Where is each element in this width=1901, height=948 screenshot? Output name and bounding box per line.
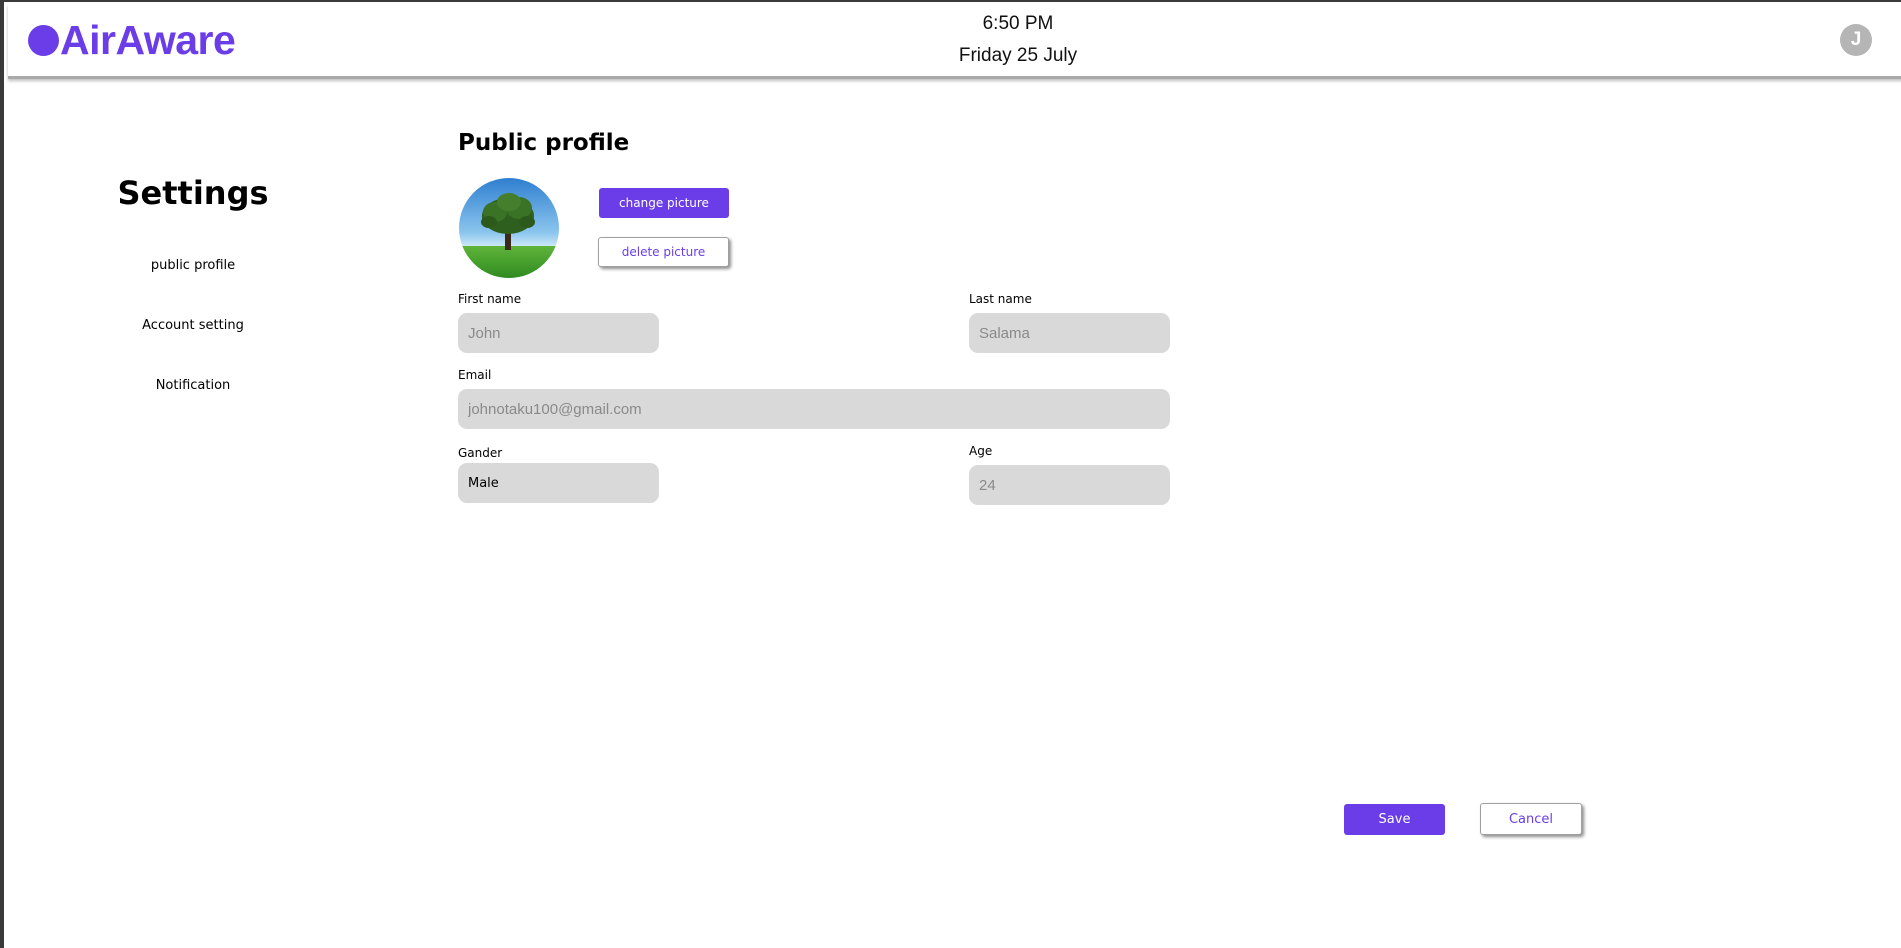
clock: 6:50 PM Friday 25 July	[958, 12, 1078, 68]
age-label: Age	[969, 444, 993, 458]
section-title: Public profile	[458, 130, 630, 156]
save-button[interactable]: Save	[1344, 804, 1445, 835]
profile-picture	[459, 178, 559, 278]
gender-select[interactable]: Male	[458, 463, 659, 503]
clock-time: 6:50 PM	[982, 13, 1054, 34]
user-avatar[interactable]: J	[1840, 24, 1872, 56]
delete-picture-button[interactable]: delete picture	[598, 237, 729, 267]
brand-logo[interactable]: AirAware	[28, 17, 236, 63]
clock-date: Friday 25 July	[958, 45, 1078, 66]
circle-dot-icon	[28, 24, 59, 56]
app-window: AirAware 6:50 PM Friday 25 July J Settin…	[0, 0, 1901, 948]
last-name-field[interactable]	[969, 313, 1170, 353]
sidebar-item-account-setting[interactable]: Account setting	[92, 318, 294, 333]
first-name-label: First name	[458, 292, 522, 306]
top-header: AirAware 6:50 PM Friday 25 July J	[8, 4, 1901, 79]
age-field[interactable]	[969, 465, 1170, 505]
settings-title: Settings	[117, 174, 269, 212]
sidebar-item-notification[interactable]: Notification	[92, 378, 294, 393]
first-name-field[interactable]	[458, 313, 659, 353]
change-picture-button[interactable]: change picture	[599, 188, 729, 218]
email-label: Email	[458, 368, 492, 382]
email-field[interactable]	[458, 389, 1170, 429]
last-name-label: Last name	[969, 292, 1032, 306]
cancel-button[interactable]: Cancel	[1480, 803, 1582, 835]
tree-landscape-image	[459, 178, 559, 278]
brand-name: AirAware	[60, 17, 236, 63]
sidebar-item-public-profile[interactable]: public profile	[92, 258, 294, 273]
gender-label: Gander	[458, 446, 503, 460]
